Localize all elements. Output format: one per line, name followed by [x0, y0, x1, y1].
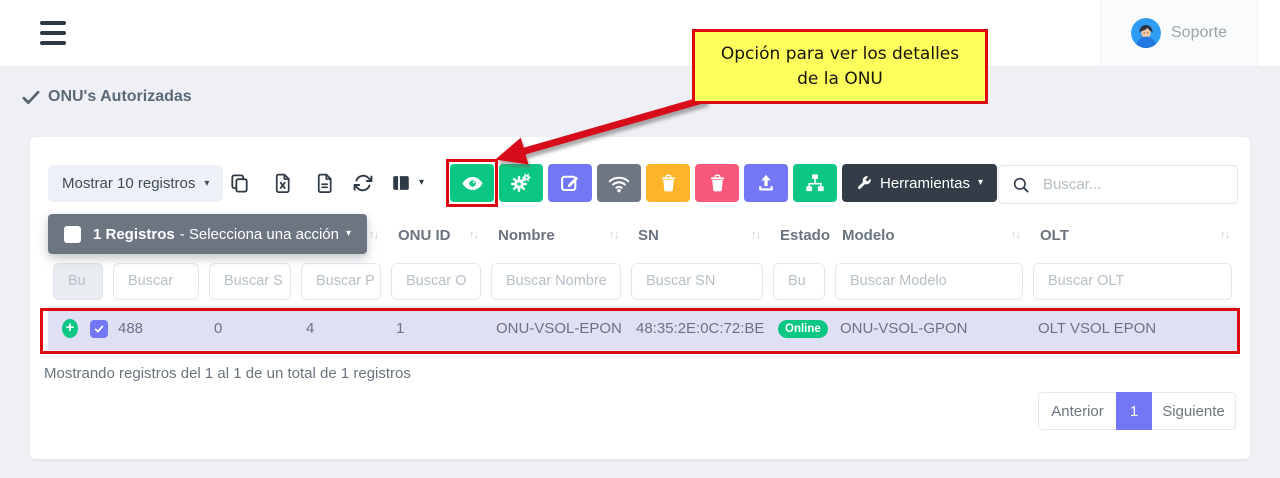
search-input[interactable]	[1041, 175, 1244, 194]
filter-sn-input[interactable]	[631, 263, 763, 300]
search-icon	[1012, 176, 1030, 194]
network-map-button[interactable]	[793, 164, 837, 202]
tools-label: Herramientas	[880, 175, 970, 192]
header-olt[interactable]: OLT↑↓	[1028, 227, 1237, 244]
wifi-button[interactable]	[597, 164, 641, 202]
bulk-select-checkbox[interactable]	[64, 226, 81, 243]
status-badge: Online	[778, 320, 828, 338]
filter-estado-input[interactable]	[773, 263, 825, 300]
filter-expand-disabled	[53, 263, 103, 300]
filter-onu-id-input[interactable]	[391, 263, 481, 300]
table-row[interactable]: + 488 0 4 1 ONU-VSOL-EPON 48:35:2E:0C:72…	[48, 307, 1237, 351]
check-icon	[93, 323, 105, 335]
gears-icon	[509, 171, 533, 195]
cell-modelo: ONU-VSOL-GPON	[830, 320, 1028, 337]
annotation-callout: Opción para ver los detalles de la ONU	[692, 29, 988, 104]
filter-id-input[interactable]	[113, 263, 199, 300]
sort-icon: ↑↓	[1011, 229, 1020, 241]
bulk-action-bar: 1 Registros - Selecciona una acción ▾	[48, 214, 367, 254]
bulk-count-label: 1 Registros	[93, 226, 175, 243]
view-details-button[interactable]	[450, 164, 494, 202]
sort-icon: ↑↓	[469, 229, 478, 241]
expand-row-button[interactable]: +	[62, 319, 78, 338]
row-checkbox-checked[interactable]	[90, 320, 108, 338]
filter-modelo-input[interactable]	[835, 263, 1023, 300]
header-onu-id[interactable]: ONU ID↑↓	[386, 227, 486, 244]
edit-button[interactable]	[548, 164, 592, 202]
pagination-previous[interactable]: Anterior	[1038, 392, 1116, 430]
caret-down-icon: ▾	[346, 229, 351, 239]
cell-puerto: 4	[296, 320, 386, 337]
hamburger-menu-icon[interactable]	[40, 21, 66, 45]
header-modelo[interactable]: Modelo↑↓	[830, 227, 1028, 244]
refresh-icon[interactable]	[350, 168, 376, 198]
eye-icon	[461, 172, 484, 195]
trash-icon	[658, 173, 679, 194]
table-info-text: Mostrando registros del 1 al 1 de un tot…	[44, 365, 411, 382]
wrench-icon	[856, 175, 872, 191]
cell-slot: 0	[204, 320, 296, 337]
check-icon	[22, 89, 40, 105]
user-menu[interactable]: Soporte	[1100, 0, 1258, 66]
user-name-label: Soporte	[1171, 24, 1227, 42]
columns-caret-icon[interactable]: ▾	[419, 178, 424, 188]
sort-icon: ↑↓	[609, 229, 618, 241]
upload-icon	[755, 172, 777, 194]
bulk-action-dropdown[interactable]: - Selecciona una acción ▾	[180, 226, 351, 243]
sitemap-icon	[804, 172, 826, 194]
cell-onu-id: 1	[386, 320, 486, 337]
filter-slot-input[interactable]	[209, 263, 291, 300]
top-bar: Soporte	[0, 0, 1280, 67]
show-entries-label: Mostrar 10 registros	[62, 175, 195, 192]
upload-button[interactable]	[744, 164, 788, 202]
filter-olt-input[interactable]	[1033, 263, 1232, 300]
cell-sn: 48:35:2E:0C:72:BE	[626, 320, 768, 337]
sort-icon: ↑↓	[1220, 229, 1229, 241]
plus-icon: +	[66, 320, 75, 335]
sort-icon: ↑↓	[751, 229, 760, 241]
cell-id: 488	[108, 320, 204, 337]
auto-config-button[interactable]	[499, 164, 543, 202]
user-avatar	[1131, 18, 1161, 48]
document-icon[interactable]	[312, 168, 338, 198]
show-entries-dropdown[interactable]: Mostrar 10 registros ▾	[48, 165, 223, 202]
pagination-next[interactable]: Siguiente	[1152, 392, 1236, 430]
pagination: Anterior 1 Siguiente	[1038, 392, 1236, 430]
sort-icon: ↑↓	[369, 229, 378, 241]
trash-icon	[707, 173, 728, 194]
tools-dropdown-button[interactable]: Herramientas ▾	[842, 164, 997, 202]
table-filter-row	[48, 256, 1237, 307]
table-search	[998, 165, 1238, 204]
filter-nombre-input[interactable]	[491, 263, 621, 300]
edit-icon	[559, 172, 581, 194]
cell-olt: OLT VSOL EPON	[1028, 320, 1237, 337]
excel-file-icon[interactable]	[270, 168, 296, 198]
page-title: ONU's Autorizadas	[22, 88, 192, 106]
caret-down-icon: ▾	[204, 179, 209, 189]
columns-icon[interactable]	[388, 168, 414, 198]
cell-nombre: ONU-VSOL-EPON	[486, 320, 626, 337]
page-title-label: ONU's Autorizadas	[48, 88, 192, 106]
header-sn[interactable]: SN↑↓	[626, 227, 768, 244]
header-nombre[interactable]: Nombre↑↓	[486, 227, 626, 244]
wifi-icon	[607, 171, 631, 195]
delete-button-red[interactable]	[695, 164, 739, 202]
onu-table-card: Mostrar 10 registros ▾ ▾	[30, 137, 1250, 459]
pagination-page-1[interactable]: 1	[1116, 392, 1152, 430]
delete-button-amber[interactable]	[646, 164, 690, 202]
header-estado: Estado	[768, 227, 830, 244]
filter-puerto-input[interactable]	[301, 263, 381, 300]
copy-icon[interactable]	[226, 168, 252, 198]
caret-down-icon: ▾	[978, 178, 983, 188]
